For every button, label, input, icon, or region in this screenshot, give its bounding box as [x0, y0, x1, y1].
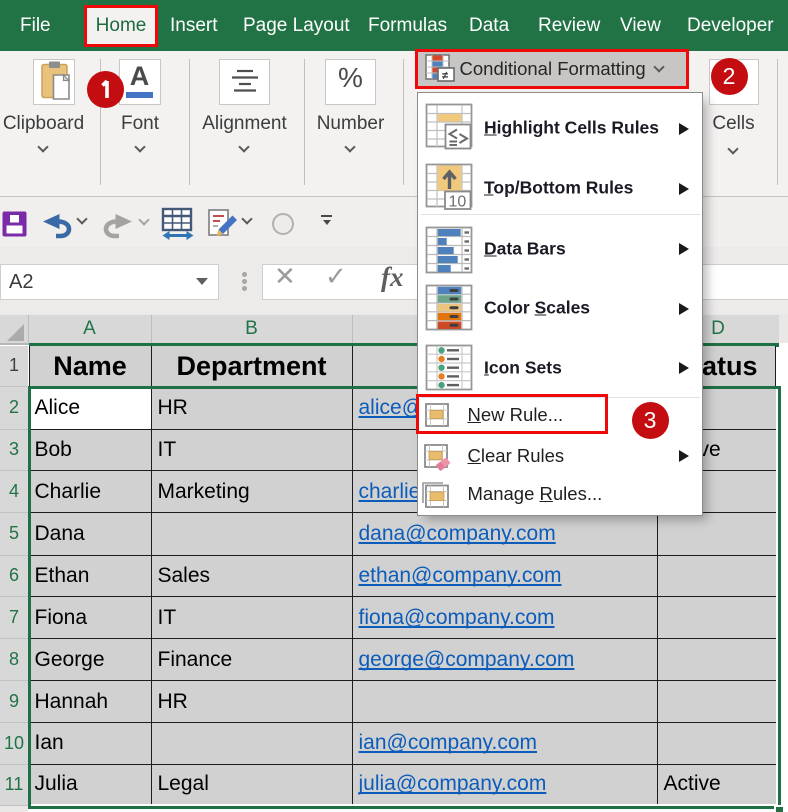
svg-text:10: 10 [448, 194, 466, 211]
